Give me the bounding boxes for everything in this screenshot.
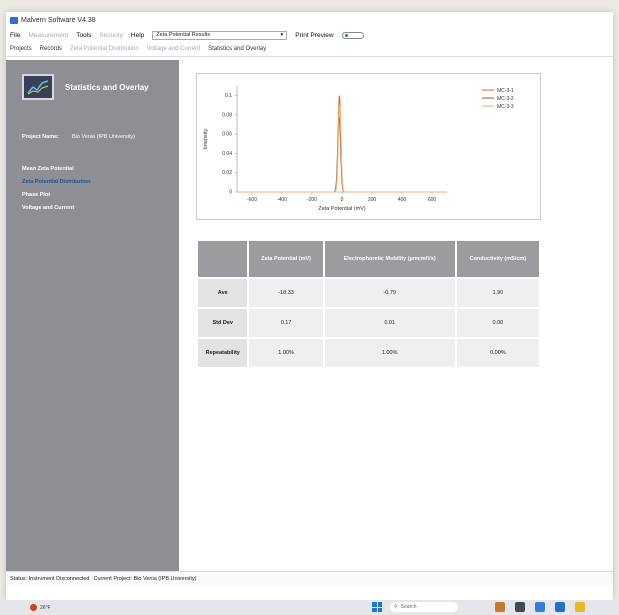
bag-app-icon[interactable] (495, 602, 505, 612)
tab-voltage-current[interactable]: Voltage and Current (147, 46, 200, 52)
sidebar-item-mean-zeta[interactable]: Mean Zeta Potential (22, 166, 179, 172)
x-tick-label: -600 (247, 197, 257, 203)
row-label: Repeatability (195, 337, 250, 369)
y-tick-label: 0.08 (222, 112, 232, 118)
y-tick-label: 0 (229, 190, 232, 196)
taskbar-center: ⚲ Search (372, 602, 458, 612)
table-cell: -18.33 (247, 277, 325, 309)
weather-icon (30, 604, 37, 611)
table-cell: 0.00 (454, 307, 542, 339)
table-row: Ave -18.33 -0.79 1.90 (195, 277, 542, 309)
table-row: Repeatability 1.00% 1.00% 0.00% (195, 337, 542, 369)
folder-app-icon[interactable] (575, 602, 585, 612)
x-tick-label: -200 (307, 197, 317, 203)
window-title: Malvern Software V4.38 (21, 16, 96, 24)
y-tick-label: 0.1 (225, 93, 232, 99)
app-window: Malvern Software V4.38 File Measurement … (6, 12, 613, 600)
table-cell: 1.00% (322, 337, 457, 369)
statistics-table: Zeta Potential (mV) Electrophoretic Mobi… (195, 239, 542, 369)
table-header-blank (195, 239, 250, 279)
title-bar: Malvern Software V4.38 (6, 12, 613, 28)
table-cell: 1.90 (454, 277, 542, 309)
chart-icon (22, 74, 54, 100)
x-tick-label: -400 (277, 197, 287, 203)
menu-bar: File Measurement Tools Security Help Zet… (6, 28, 613, 42)
view-select-value: Zeta Potential Results (156, 32, 211, 38)
y-tick-label: 0.04 (222, 151, 232, 157)
table-cell: 0.01 (322, 307, 457, 339)
menu-help[interactable]: Help (131, 32, 144, 39)
x-axis-label: Zeta Potential (mV) (318, 206, 366, 212)
y-tick-label: 0.06 (222, 132, 232, 138)
legend-label-3: MC-3-3 (497, 104, 514, 110)
sidebar-item-phase-plot[interactable]: Phase Plot (22, 192, 179, 198)
table-row: Std Dev 0.17 0.01 0.00 (195, 307, 542, 339)
distribution-chart-panel: -600 -400 -200 0 200 400 600 0 0.02 0.04 0.06 0.08 0… (196, 73, 541, 220)
tab-projects[interactable]: Projects (10, 46, 32, 52)
x-tick-label: 400 (398, 197, 407, 203)
taskbar-search[interactable]: ⚲ Search (390, 602, 458, 612)
table-cell: -0.79 (322, 277, 457, 309)
windows-start-icon[interactable] (372, 602, 382, 612)
sidebar-item-voltage-current[interactable]: Voltage and Current (22, 205, 179, 211)
x-tick-label: 200 (368, 197, 377, 203)
taskbar: 26°F ⚲ Search (0, 600, 619, 615)
print-preview-label: Print Preview (295, 31, 334, 39)
table-cell: 1.00% (247, 337, 325, 369)
tab-records[interactable]: Records (40, 46, 62, 52)
view-select[interactable]: Zeta Potential Results ▾ (152, 30, 288, 40)
browser-app-icon[interactable] (535, 602, 545, 612)
print-preview-toggle[interactable] (341, 31, 364, 39)
x-tick-label: 0 (341, 197, 344, 203)
y-tick-label: 0.02 (222, 170, 232, 176)
taskbar-apps (495, 602, 585, 612)
table-cell: 0.00% (454, 337, 542, 369)
app-icon (10, 16, 18, 24)
table-header-zeta: Zeta Potential (mV) (247, 239, 325, 279)
tab-zeta-distribution[interactable]: Zeta Potential Distribution (70, 46, 139, 52)
menu-file[interactable]: File (10, 32, 20, 39)
project-name-label: Project Name: (22, 134, 59, 140)
sidebar: Statistics and Overlay Project Name: Bio… (6, 60, 179, 572)
sidebar-header: Statistics and Overlay (22, 74, 179, 100)
project-name-value: Bio Venia (IPB University) (72, 134, 135, 140)
menu-tools[interactable]: Tools (76, 32, 91, 39)
table-header-conductivity: Conductivity (mS/cm) (454, 239, 542, 279)
tab-statistics-overlay[interactable]: Statistics and Overlay (208, 46, 266, 52)
y-axis-label: Intensity (203, 129, 209, 150)
search-icon: ⚲ (394, 604, 398, 610)
status-bar: Status: Instrument Disconnected Current … (6, 571, 613, 586)
file-app-icon[interactable] (515, 602, 525, 612)
menu-security[interactable]: Security (99, 32, 122, 39)
series-line-3 (237, 105, 447, 193)
menu-measurement[interactable]: Measurement (28, 32, 68, 39)
outlook-app-icon[interactable] (555, 602, 565, 612)
main-area: Statistics and Overlay Project Name: Bio… (6, 60, 613, 572)
x-tick-label: 600 (428, 197, 437, 203)
sidebar-item-zeta-distribution[interactable]: Zeta Potential Distribution (22, 179, 179, 185)
tab-bar: Projects Records Zeta Potential Distribu… (6, 42, 613, 57)
table-header-mobility: Electrophoretic Mobility (µmcm/Vs) (322, 239, 457, 279)
project-info: Project Name: Bio Venia (IPB University) (22, 134, 179, 140)
row-label: Ave (195, 277, 250, 309)
legend-label-1: MC-3-1 (497, 88, 514, 94)
content-panel: -600 -400 -200 0 200 400 600 0 0.02 0.04 0.06 0.08 0… (179, 60, 613, 572)
legend-label-2: MC-3-2 (497, 96, 514, 102)
search-placeholder: Search (400, 604, 417, 610)
sidebar-nav: Mean Zeta Potential Zeta Potential Distr… (6, 166, 179, 211)
weather-widget[interactable]: 26°F (30, 604, 51, 611)
table-cell: 0.17 (247, 307, 325, 339)
weather-temp: 26°F (40, 604, 51, 611)
sidebar-title: Statistics and Overlay (65, 82, 149, 92)
row-label: Std Dev (195, 307, 250, 339)
table-header-row: Zeta Potential (mV) Electrophoretic Mobi… (195, 239, 542, 279)
current-project-text: Current Project: Bio Venia (IPB Universi… (93, 576, 197, 582)
distribution-chart: -600 -400 -200 0 200 400 600 0 0.02 0.04 0.06 0.08 0… (203, 86, 514, 212)
chevron-down-icon: ▾ (280, 32, 284, 38)
status-text: Status: Instrument Disconnected (10, 576, 90, 582)
